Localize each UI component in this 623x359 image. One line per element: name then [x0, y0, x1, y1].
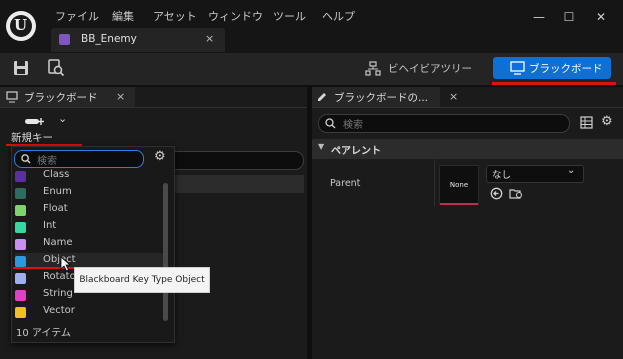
menu-asset[interactable]: アセット — [153, 8, 197, 24]
key-type-name[interactable]: Name — [15, 236, 163, 252]
blackboard-asset-icon — [59, 34, 70, 45]
key-type-label: Class — [43, 169, 70, 180]
menu-help[interactable]: ヘルプ — [322, 8, 355, 24]
maximize-button[interactable]: ☐ — [557, 7, 581, 27]
collapse-arrow-icon: ▼ — [318, 142, 325, 151]
minimize-button[interactable]: — — [527, 7, 551, 27]
chevron-down-icon: ⌄ — [58, 112, 68, 125]
annotation-underline — [492, 82, 616, 85]
menu-file[interactable]: ファイル — [55, 8, 99, 24]
new-key-button[interactable]: ⌄ 新規キー — [8, 112, 78, 146]
behavior-tree-icon — [365, 61, 381, 76]
divider — [0, 107, 307, 108]
document-tab[interactable]: BB_Enemy × — [51, 28, 225, 52]
close-tab-icon[interactable]: × — [205, 32, 214, 45]
key-type-scrollbar[interactable] — [163, 183, 168, 321]
key-type-label: Int — [43, 220, 57, 231]
close-window-button[interactable]: ✕ — [589, 7, 613, 27]
key-type-menu: 検索 ⚙ Class Enum Float Int Name Object Ro… — [11, 146, 175, 343]
key-type-label: Name — [43, 237, 73, 248]
parent-asset-dropdown[interactable]: なし ⌄ — [486, 165, 584, 183]
key-icon — [25, 118, 44, 125]
toolbar: ビヘイビアツリー ブラックボード — [0, 53, 623, 85]
blackboard-mode-label: ブラックボード — [529, 63, 603, 75]
settings-gear-icon[interactable]: ⚙ — [601, 114, 613, 129]
string-color-swatch — [15, 290, 26, 301]
chevron-down-icon: ⌄ — [567, 165, 576, 176]
key-type-vector[interactable]: Vector — [15, 304, 163, 320]
blackboard-panel-title: ブラックボード — [24, 92, 98, 104]
blackboard-icon — [510, 61, 525, 75]
object-color-swatch — [15, 256, 26, 267]
search-icon — [21, 154, 31, 164]
blackboard-panel-tab[interactable]: ブラックボード × — [0, 87, 135, 107]
parent-property-label: Parent — [330, 178, 361, 189]
mouse-cursor-icon — [60, 256, 72, 272]
enum-color-swatch — [15, 188, 26, 199]
details-panel-tab[interactable]: ブラックボードの... — [312, 87, 440, 107]
name-color-swatch — [15, 239, 26, 250]
key-type-label: Float — [43, 203, 68, 214]
parent-asset-value: なし — [492, 170, 512, 181]
blackboard-tab-icon — [6, 91, 18, 103]
title-bar: U ファイル 編集 アセット ウィンドウ ツール ヘルプ — ☐ ✕ BB_En… — [0, 0, 623, 56]
key-type-float[interactable]: Float — [15, 202, 163, 218]
key-type-enum[interactable]: Enum — [15, 185, 163, 201]
parent-category-header[interactable]: ▼ ペアレント — [312, 139, 623, 159]
menu-edit[interactable]: 編集 — [112, 8, 134, 24]
behavior-tree-label: ビヘイビアツリー — [388, 63, 472, 75]
use-selected-icon[interactable] — [490, 187, 503, 200]
table-view-icon[interactable] — [580, 116, 593, 129]
vector-color-swatch — [15, 307, 26, 318]
int-color-swatch — [15, 222, 26, 233]
rotator-color-swatch — [15, 273, 26, 284]
search-icon — [325, 118, 336, 129]
float-color-swatch — [15, 205, 26, 216]
new-key-label: 新規キー — [11, 132, 53, 144]
key-type-label: Enum — [43, 186, 72, 197]
pencil-icon — [318, 93, 326, 101]
save-icon[interactable] — [12, 59, 30, 77]
menu-tools[interactable]: ツール — [273, 8, 306, 24]
blackboard-mode-button[interactable]: ブラックボード — [493, 57, 611, 79]
key-type-int[interactable]: Int — [15, 219, 163, 235]
menu-window[interactable]: ウィンドウ — [208, 8, 263, 24]
blackboard-details-panel: ブラックボードの... × 検索 ⚙ ▼ ペアレント Parent None な… — [312, 87, 623, 359]
key-type-label: Vector — [43, 305, 75, 316]
key-type-search-placeholder: 検索 — [37, 156, 57, 167]
close-panel-icon[interactable]: × — [449, 90, 458, 103]
details-search-field[interactable]: 検索 — [318, 114, 570, 133]
unreal-logo-icon[interactable]: U — [6, 11, 36, 41]
item-count-label: 10 アイテム — [16, 328, 71, 339]
browse-folder-icon[interactable] — [509, 187, 524, 200]
key-type-class[interactable]: Class — [15, 168, 163, 184]
property-divider — [434, 159, 435, 207]
browse-asset-icon[interactable] — [47, 59, 65, 77]
settings-gear-icon[interactable]: ⚙ — [154, 149, 166, 164]
document-tab-label: BB_Enemy — [81, 33, 137, 45]
class-color-swatch — [15, 171, 26, 182]
details-search-placeholder: 検索 — [343, 120, 363, 131]
divider — [312, 107, 623, 108]
key-type-label: String — [43, 288, 73, 299]
asset-thumbnail[interactable]: None — [439, 165, 479, 205]
parent-category-label: ペアレント — [331, 146, 381, 157]
close-panel-icon[interactable]: × — [116, 90, 125, 103]
details-panel-title: ブラックボードの... — [334, 92, 429, 104]
key-type-search-input[interactable]: 検索 — [14, 150, 144, 168]
tooltip: Blackboard Key Type Object — [74, 267, 210, 293]
